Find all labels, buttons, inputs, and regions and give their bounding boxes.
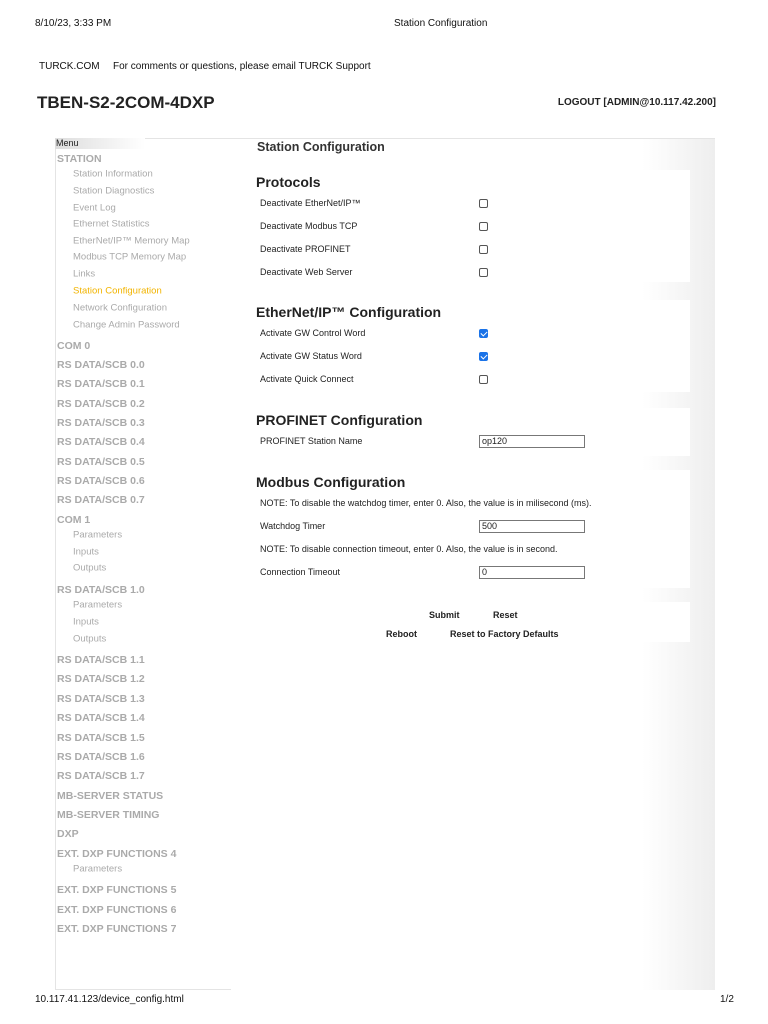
sidebar-item-rs-data-scb-0-0[interactable]: RS DATA/SCB 0.0 [57, 359, 145, 371]
sidebar-item-ext-dxp-functions-6[interactable]: EXT. DXP FUNCTIONS 6 [57, 904, 176, 916]
protocols-row-label: Deactivate Web Server [260, 267, 353, 277]
turck-link[interactable]: TURCK.COM [39, 61, 100, 72]
menu-label: Menu [55, 138, 145, 149]
sidebar-item-outputs[interactable]: Outputs [73, 634, 106, 645]
protocols-row-label: Deactivate PROFINET [260, 244, 351, 254]
ethernetip-row-label: Activate GW Control Word [260, 328, 366, 338]
sidebar-item-rs-data-scb-0-4[interactable]: RS DATA/SCB 0.4 [57, 436, 145, 448]
sidebar-item-rs-data-scb-1-4[interactable]: RS DATA/SCB 1.4 [57, 712, 145, 724]
reboot-button[interactable]: Reboot [386, 629, 417, 639]
watchdog-input[interactable]: 500 [479, 520, 585, 533]
ethernetip-row-label: Activate GW Status Word [260, 351, 362, 361]
logout-link[interactable]: LOGOUT [ADMIN@10.117.42.200] [558, 97, 716, 108]
sidebar-item-rs-data-scb-0-1[interactable]: RS DATA/SCB 0.1 [57, 378, 145, 390]
timeout-note: NOTE: To disable connection timeout, ent… [260, 544, 558, 554]
reset-button[interactable]: Reset [493, 610, 518, 620]
profinet-station-name-label: PROFINET Station Name [260, 436, 363, 446]
sidebar-item-ext-dxp-functions-7[interactable]: EXT. DXP FUNCTIONS 7 [57, 923, 176, 935]
protocols-row-label: Deactivate Modbus TCP [260, 221, 358, 231]
ethernetip-row-label: Activate Quick Connect [260, 374, 354, 384]
sidebar-item-station-configuration[interactable]: Station Configuration [73, 286, 162, 297]
sidebar-item-modbus-tcp-memory-map[interactable]: Modbus TCP Memory Map [73, 252, 186, 263]
sidebar-item-event-log[interactable]: Event Log [73, 203, 116, 214]
timeout-input[interactable]: 0 [479, 566, 585, 579]
sidebar-item-rs-data-scb-0-3[interactable]: RS DATA/SCB 0.3 [57, 417, 145, 429]
print-url: 10.117.41.123/device_config.html [35, 994, 184, 1005]
profinet-heading: PROFINET Configuration [256, 412, 423, 428]
sidebar-item-outputs[interactable]: Outputs [73, 563, 106, 574]
sidebar-item-station-information[interactable]: Station Information [73, 169, 153, 180]
sidebar-item-rs-data-scb-0-6[interactable]: RS DATA/SCB 0.6 [57, 475, 145, 487]
print-title: Station Configuration [394, 18, 488, 29]
sidebar-item-rs-data-scb-1-3[interactable]: RS DATA/SCB 1.3 [57, 693, 145, 705]
sidebar-item-ext-dxp-functions-4[interactable]: EXT. DXP FUNCTIONS 4 [57, 848, 176, 860]
sidebar-item-mb-server-status[interactable]: MB-SERVER STATUS [57, 790, 163, 802]
sidebar-item-dxp[interactable]: DXP [57, 828, 79, 840]
support-text[interactable]: For comments or questions, please email … [113, 61, 371, 72]
sidebar-item-station-diagnostics[interactable]: Station Diagnostics [73, 186, 154, 197]
device-title: TBEN-S2-2COM-4DXP [37, 93, 215, 112]
modbus-heading: Modbus Configuration [256, 474, 406, 490]
protocols-heading: Protocols [256, 174, 321, 190]
protocols-row-label: Deactivate EtherNet/IP™ [260, 198, 361, 208]
sidebar-item-rs-data-scb-0-2[interactable]: RS DATA/SCB 0.2 [57, 398, 145, 410]
protocols-checkbox[interactable] [479, 199, 488, 208]
sidebar-item-rs-data-scb-1-6[interactable]: RS DATA/SCB 1.6 [57, 751, 145, 763]
timeout-label: Connection Timeout [260, 567, 341, 577]
protocols-checkbox[interactable] [479, 268, 488, 277]
sidebar-item-inputs[interactable]: Inputs [73, 617, 99, 628]
sidebar-item-ext-dxp-functions-5[interactable]: EXT. DXP FUNCTIONS 5 [57, 884, 176, 896]
sidebar-item-rs-data-scb-1-1[interactable]: RS DATA/SCB 1.1 [57, 654, 145, 666]
sidebar-item-ethernet-statistics[interactable]: Ethernet Statistics [73, 219, 150, 230]
sidebar-item-inputs[interactable]: Inputs [73, 547, 99, 558]
sidebar-item-parameters[interactable]: Parameters [73, 530, 122, 541]
sidebar-item-links[interactable]: Links [73, 269, 95, 280]
print-datetime: 8/10/23, 3:33 PM [35, 18, 112, 29]
sidebar-item-rs-data-scb-0-7[interactable]: RS DATA/SCB 0.7 [57, 494, 145, 506]
sidebar-item-rs-data-scb-1-2[interactable]: RS DATA/SCB 1.2 [57, 673, 145, 685]
watchdog-note: NOTE: To disable the watchdog timer, ent… [260, 498, 592, 508]
page-title: Station Configuration [257, 140, 385, 154]
sidebar-item-com-0[interactable]: COM 0 [57, 340, 90, 352]
ethernetip-checkbox[interactable] [479, 329, 488, 338]
ethernetip-checkbox[interactable] [479, 375, 488, 384]
sidebar-item-rs-data-scb-1-0[interactable]: RS DATA/SCB 1.0 [57, 584, 145, 596]
sidebar-item-network-configuration[interactable]: Network Configuration [73, 303, 167, 314]
sidebar-item-parameters[interactable]: Parameters [73, 600, 122, 611]
factory-reset-button[interactable]: Reset to Factory Defaults [450, 629, 559, 639]
ethernetip-checkbox[interactable] [479, 352, 488, 361]
protocols-checkbox[interactable] [479, 245, 488, 254]
sidebar-item-station[interactable]: STATION [57, 153, 102, 165]
sidebar-item-ethernet-ip-memory-map[interactable]: EtherNet/IP™ Memory Map [73, 236, 190, 247]
sidebar-item-rs-data-scb-0-5[interactable]: RS DATA/SCB 0.5 [57, 456, 145, 468]
profinet-station-name-input[interactable]: op120 [479, 435, 585, 448]
sidebar-item-rs-data-scb-1-7[interactable]: RS DATA/SCB 1.7 [57, 770, 145, 782]
sidebar-item-change-admin-password[interactable]: Change Admin Password [73, 320, 180, 331]
sidebar-item-rs-data-scb-1-5[interactable]: RS DATA/SCB 1.5 [57, 732, 145, 744]
submit-button[interactable]: Submit [429, 610, 460, 620]
ethernetip-heading: EtherNet/IP™ Configuration [256, 304, 442, 320]
watchdog-label: Watchdog Timer [260, 521, 326, 531]
sidebar-item-mb-server-timing[interactable]: MB-SERVER TIMING [57, 809, 159, 821]
print-page: 1/2 [720, 994, 734, 1005]
sidebar-item-com-1[interactable]: COM 1 [57, 514, 90, 526]
sidebar-item-parameters[interactable]: Parameters [73, 864, 122, 875]
protocols-checkbox[interactable] [479, 222, 488, 231]
